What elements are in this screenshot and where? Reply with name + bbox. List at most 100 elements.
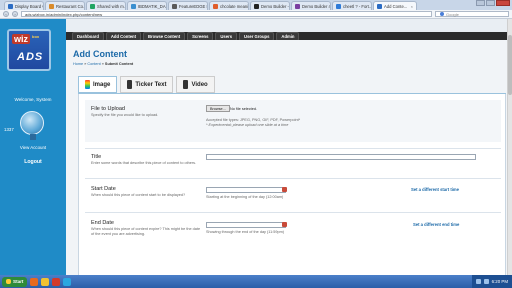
page-title: Add Content — [73, 49, 127, 59]
submit-content-form: File to Upload Specify the file you woul… — [78, 94, 506, 275]
browser-tab[interactable]: IBDMATIK_DA... — [127, 1, 167, 10]
back-button[interactable]: ‹ — [3, 11, 9, 17]
close-window-button[interactable] — [496, 0, 510, 6]
tab-video[interactable]: Video — [176, 76, 215, 93]
content-type-tabs: Image Ticker Text Video — [78, 76, 215, 93]
maximize-button[interactable] — [486, 0, 495, 6]
window-controls — [476, 0, 510, 6]
google-icon — [440, 12, 444, 16]
end-date-row: End Date When should this piece of conte… — [85, 212, 501, 252]
start-date-hint: Starting at the beginning of the day (12… — [206, 195, 284, 199]
browser-tab[interactable]: chcolate meanin... — [209, 1, 249, 10]
start-label: Start — [13, 279, 24, 284]
browser-tab-label: chcolate meanin... — [220, 3, 248, 9]
search-box[interactable]: Google — [435, 11, 509, 17]
breadcrumb-current: Submit Content — [104, 62, 134, 66]
windows-taskbar: Start 6:20 PM — [0, 275, 512, 288]
start-date-desc: When should this piece of content start … — [91, 193, 186, 197]
tab-ticker-text[interactable]: Ticker Text — [120, 76, 174, 93]
logo-ads: ADS — [17, 51, 44, 63]
system-tray: 6:20 PM — [471, 275, 512, 288]
tab-label: Ticker Text — [135, 81, 167, 88]
file-upload-desc: Specify the file you would like to uploa… — [91, 113, 159, 117]
logo-wiz: wiz — [12, 34, 31, 44]
experimental-hint: * Experimental; please upload one slide … — [206, 123, 289, 127]
explorer-taskbar-icon[interactable] — [41, 277, 50, 286]
network-icon[interactable] — [475, 279, 481, 284]
browser-tab[interactable]: Shared with m... — [86, 1, 126, 10]
browser-tab[interactable]: Restaurant Co... — [45, 1, 85, 10]
browser-tab-label: IBDMATIK_DA... — [138, 3, 167, 9]
calendar-icon[interactable] — [282, 222, 287, 227]
firefox-taskbar-icon[interactable] — [30, 277, 39, 286]
tab-label: Image — [93, 81, 111, 88]
favicon-icon — [295, 3, 300, 9]
set-end-time-link[interactable]: Set a different end time — [413, 222, 459, 227]
search-placeholder: Google — [446, 11, 459, 17]
tab-label: Video — [191, 81, 208, 88]
favicon-icon — [213, 3, 218, 9]
wizbox-ads-logo[interactable]: wiz box ADS — [7, 29, 51, 71]
logo-box: box — [32, 34, 40, 39]
view-account-link[interactable]: View Account — [0, 145, 66, 150]
browser-tab-label: Restaurant Co... — [56, 3, 85, 9]
media-taskbar-icon[interactable] — [52, 277, 61, 286]
image-phone-icon — [85, 80, 90, 89]
globe-icon — [20, 111, 44, 140]
title-row: Title Enter some words that describe thi… — [85, 148, 501, 178]
forward-button[interactable]: › — [12, 11, 18, 17]
url-bar[interactable]: ads.wizbox.in/admin/index.php/content/ne… — [21, 11, 432, 17]
page-scrollbar[interactable] — [507, 19, 512, 275]
favicon-icon — [90, 3, 95, 9]
favicon-icon — [377, 3, 382, 9]
close-tab-icon[interactable]: × — [411, 4, 413, 9]
start-date-label: Start Date — [91, 186, 116, 192]
windows-logo-icon — [6, 279, 11, 284]
end-date-label: End Date — [91, 220, 114, 226]
title-label: Title — [91, 154, 102, 160]
start-date-row: Start Date When should this piece of con… — [85, 178, 501, 212]
favicon-icon — [8, 3, 13, 9]
favicon-icon — [131, 3, 136, 9]
title-input[interactable] — [206, 154, 476, 160]
breadcrumb: Home » Content » Submit Content — [73, 62, 133, 66]
browser-tab-label: Demo Builder 4... — [302, 3, 331, 9]
breadcrumb-content[interactable]: Content — [87, 62, 100, 66]
minimize-button[interactable] — [476, 0, 485, 6]
start-button[interactable]: Start — [2, 276, 28, 287]
no-file-text: No file selected. — [230, 107, 258, 111]
favicon-icon — [49, 3, 54, 9]
tab-image[interactable]: Image — [78, 76, 118, 93]
file-upload-row: File to Upload Specify the file you woul… — [85, 100, 501, 142]
set-start-time-link[interactable]: Set a different start time — [411, 187, 459, 192]
browse-button[interactable]: Browse... — [206, 105, 230, 112]
calendar-icon[interactable] — [282, 187, 287, 192]
browser-tab[interactable]: cheetl ? - Fort... — [332, 1, 372, 10]
sidebar: wiz box ADS Welcome, System 1337 View Ac… — [0, 19, 66, 275]
browser-tab[interactable]: Demo Builder - — [250, 1, 290, 10]
ticker-phone-icon — [127, 80, 133, 89]
browser-tab-label: Shared with m... — [97, 3, 126, 9]
end-date-input[interactable] — [206, 222, 286, 228]
scrollbar-thumb[interactable] — [508, 35, 512, 95]
title-desc: Enter some words that describe this piec… — [91, 161, 197, 165]
favicon-icon — [172, 3, 177, 9]
browser-tab[interactable]: Demo Builder 4... — [291, 1, 331, 10]
favicon-icon — [254, 3, 259, 9]
end-date-hint: Showing through the end of the day (11:5… — [206, 230, 285, 234]
logout-link[interactable]: Logout — [0, 159, 66, 165]
browser-tab-label: Demo Builder - — [261, 3, 289, 9]
browser-tabbar: Display Board v... Restaurant Co... Shared… — [0, 0, 512, 10]
end-date-desc: When should this piece of content expire… — [91, 227, 201, 236]
browser-tab-label: cheetl ? - Fort... — [343, 3, 372, 9]
file-upload-label: File to Upload — [91, 106, 125, 112]
breadcrumb-home[interactable]: Home — [73, 62, 83, 66]
browser-tab[interactable]: Add Conte... × — [373, 1, 417, 10]
volume-icon[interactable] — [483, 279, 489, 284]
start-date-input[interactable] — [206, 187, 286, 193]
favicon-icon — [336, 3, 341, 9]
skype-taskbar-icon[interactable] — [63, 277, 72, 286]
browser-tab[interactable]: Display Board v... — [4, 1, 44, 10]
browser-tab-label: Display Board v... — [15, 3, 43, 9]
browser-tab[interactable]: FeatureEDGE P... — [168, 1, 208, 10]
